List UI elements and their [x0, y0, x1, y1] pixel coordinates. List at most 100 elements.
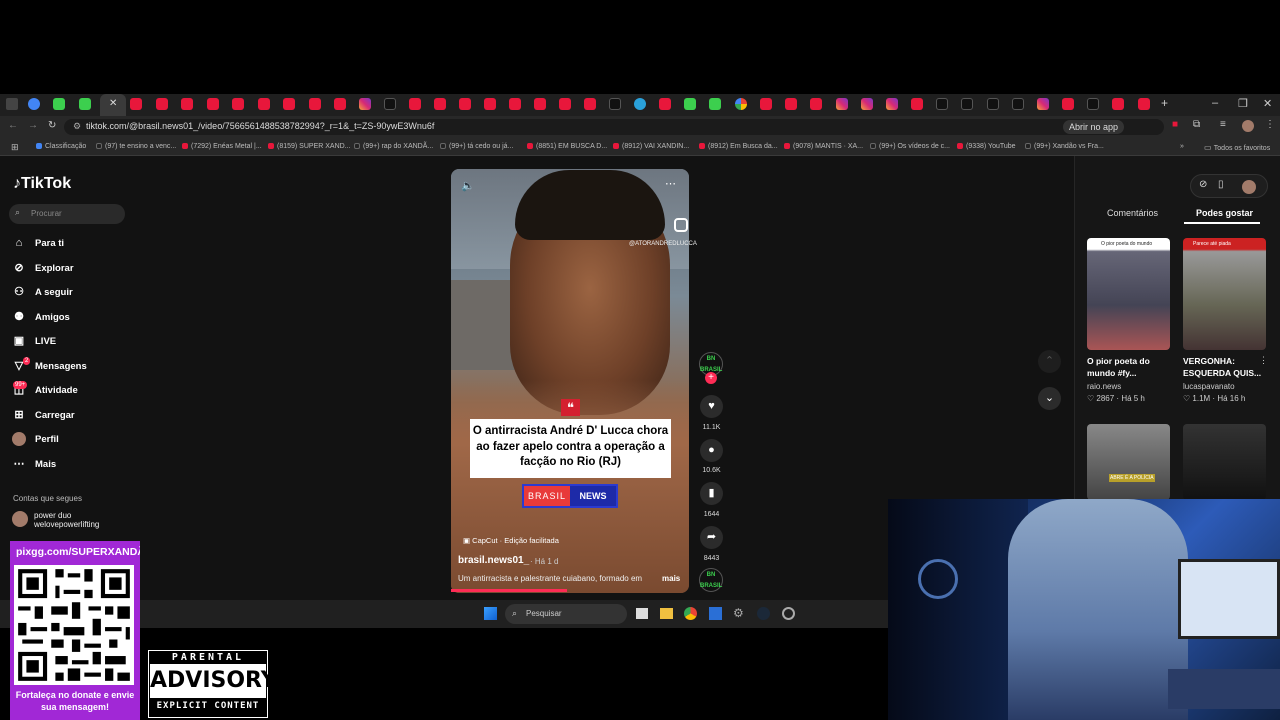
file-explorer-icon[interactable]: [660, 608, 673, 619]
tab-comments[interactable]: Comentários: [1107, 208, 1158, 218]
media-icon[interactable]: ≡: [1220, 119, 1226, 130]
recommended-title[interactable]: VERGONHA: ESQUERDA QUIS...: [1183, 355, 1263, 379]
sidebar-item-mais[interactable]: ⋯ Mais: [12, 457, 57, 471]
description-more-link[interactable]: mais: [662, 574, 680, 583]
tab-kick-icon[interactable]: [684, 98, 696, 110]
tab-youtube-icon[interactable]: [484, 98, 496, 110]
tab-instagram-icon[interactable]: [359, 98, 371, 110]
window-close-icon[interactable]: ✕: [1263, 97, 1272, 110]
bookmark-item[interactable]: (8159) SUPER XAND...: [268, 143, 351, 150]
recommended-title[interactable]: O pior poeta do mundo #fy...: [1087, 355, 1175, 379]
tab-youtube-icon[interactable]: [207, 98, 219, 110]
prev-video-button[interactable]: ⌃: [1038, 350, 1061, 373]
tab-google-icon[interactable]: [735, 98, 747, 110]
tab-youtube-icon[interactable]: [810, 98, 822, 110]
extension-icon[interactable]: ■: [1172, 119, 1178, 130]
next-video-button[interactable]: ⌄: [1038, 387, 1061, 410]
user-avatar[interactable]: [1242, 180, 1256, 194]
tab-youtube-icon[interactable]: [1112, 98, 1124, 110]
settings-gear-icon[interactable]: ⚙: [733, 606, 744, 620]
tab-youtube-icon[interactable]: [785, 98, 797, 110]
tab-tiktok-icon[interactable]: [936, 98, 948, 110]
bookmark-item[interactable]: (99+) Xandão vs Fra...: [1025, 143, 1104, 150]
bookmark-item[interactable]: (8851) EM BUSCA D...: [527, 143, 607, 150]
task-view-icon[interactable]: [636, 608, 648, 619]
tab-youtube-icon[interactable]: [509, 98, 521, 110]
bookmark-item[interactable]: (99+) rap do XANDÃ...: [354, 143, 433, 150]
tab-instagram-icon[interactable]: [1037, 98, 1049, 110]
url-text[interactable]: tiktok.com/@brasil.news01_/video/7566561…: [86, 121, 434, 131]
tab-tiktok-icon[interactable]: [609, 98, 621, 110]
tab-youtube-icon[interactable]: [534, 98, 546, 110]
recommended-thumbnail[interactable]: O pior poeta do mundo: [1087, 238, 1170, 350]
video-progress[interactable]: [451, 589, 567, 592]
sidebar-item-live[interactable]: ▣ LIVE: [12, 334, 56, 348]
tab-favicon[interactable]: [79, 98, 91, 110]
tab-tiktok-icon[interactable]: [1087, 98, 1099, 110]
tab-youtube-icon[interactable]: [760, 98, 772, 110]
bookmark-item[interactable]: (9078) MANTIS · XA...: [784, 143, 863, 150]
explore-icon[interactable]: ⊘: [1199, 179, 1207, 190]
tab-youtube-icon[interactable]: [409, 98, 421, 110]
bookmark-item[interactable]: (7292) Enéas Metal |...: [182, 143, 262, 150]
chrome-icon[interactable]: [684, 607, 697, 620]
card-more-icon[interactable]: ⋮: [1259, 355, 1268, 366]
maximize-icon[interactable]: ❐: [1238, 97, 1248, 110]
tab-youtube-icon[interactable]: [1062, 98, 1074, 110]
tab-search-icon[interactable]: [6, 98, 18, 110]
tab-youtube-icon[interactable]: [232, 98, 244, 110]
search-input[interactable]: [9, 204, 125, 224]
share-button[interactable]: ➦: [700, 526, 723, 549]
sound-avatar[interactable]: BN BRASIL: [699, 568, 723, 592]
extensions-puzzle-icon[interactable]: ⧉: [1193, 119, 1200, 130]
bookmark-item[interactable]: (8912) Em Busca da...: [699, 143, 778, 150]
tab-youtube-icon[interactable]: [584, 98, 596, 110]
bookmark-item[interactable]: (8912) VAI XANDIN...: [613, 143, 689, 150]
video-more-icon[interactable]: ⋯: [665, 177, 676, 190]
tab-youtube-icon[interactable]: [1138, 98, 1150, 110]
volume-icon[interactable]: 🔈: [461, 179, 475, 192]
tab-tiktok-icon[interactable]: [987, 98, 999, 110]
recommended-thumbnail[interactable]: Parece até piada: [1183, 238, 1266, 350]
tab-tiktok-icon[interactable]: [961, 98, 973, 110]
tab-youtube-icon[interactable]: [283, 98, 295, 110]
device-icon[interactable]: ▯: [1218, 179, 1224, 190]
tab-tiktok-icon[interactable]: [1012, 98, 1024, 110]
follow-plus-icon[interactable]: +: [705, 372, 717, 384]
recommended-user[interactable]: raio.news: [1087, 382, 1121, 391]
bookmark-item[interactable]: (99+) tá cedo ou já...: [440, 143, 513, 150]
tab-youtube-icon[interactable]: [309, 98, 321, 110]
sidebar-item-para-ti[interactable]: ⌂ Para ti: [12, 236, 64, 250]
tab-active[interactable]: ✕: [100, 94, 126, 116]
tab-instagram-icon[interactable]: [886, 98, 898, 110]
capcut-tag[interactable]: ▣ CapCut · Edição facilitada: [463, 536, 559, 545]
tab-youtube-icon[interactable]: [181, 98, 193, 110]
bookmarks-overflow-icon[interactable]: »: [1180, 143, 1184, 150]
tab-instagram-icon[interactable]: [861, 98, 873, 110]
tab-instagram-icon[interactable]: [836, 98, 848, 110]
bookmark-item[interactable]: (9338) YouTube: [957, 143, 1016, 150]
bookmark-item[interactable]: Classificação: [36, 143, 86, 150]
like-button[interactable]: ♥: [700, 395, 723, 418]
sidebar-item-carregar[interactable]: ⊞ Carregar: [12, 408, 74, 422]
browser-menu-icon[interactable]: ⋮: [1265, 119, 1275, 130]
minimize-icon[interactable]: –: [1212, 97, 1218, 109]
back-icon[interactable]: ←: [8, 120, 18, 131]
tab-close-icon[interactable]: ✕: [109, 98, 117, 109]
new-tab-icon[interactable]: +: [1161, 96, 1168, 110]
tab-youtube-icon[interactable]: [559, 98, 571, 110]
save-button[interactable]: ▮: [700, 482, 723, 505]
tab-youtube-icon[interactable]: [258, 98, 270, 110]
tab-podes-gostar[interactable]: Podes gostar: [1196, 208, 1253, 218]
forward-icon[interactable]: →: [28, 120, 38, 131]
site-info-icon[interactable]: ⚙: [73, 121, 81, 132]
reload-icon[interactable]: ↻: [48, 120, 56, 131]
app-icon[interactable]: [782, 607, 795, 620]
tab-youtube-icon[interactable]: [334, 98, 346, 110]
steam-icon[interactable]: [757, 607, 770, 620]
sidebar-item-amigos[interactable]: ⚉ Amigos: [12, 310, 70, 324]
tab-youtube-icon[interactable]: [911, 98, 923, 110]
tab-youtube-icon[interactable]: [130, 98, 142, 110]
recommended-user[interactable]: lucaspavanato: [1183, 382, 1235, 391]
app-icon[interactable]: [709, 607, 722, 620]
